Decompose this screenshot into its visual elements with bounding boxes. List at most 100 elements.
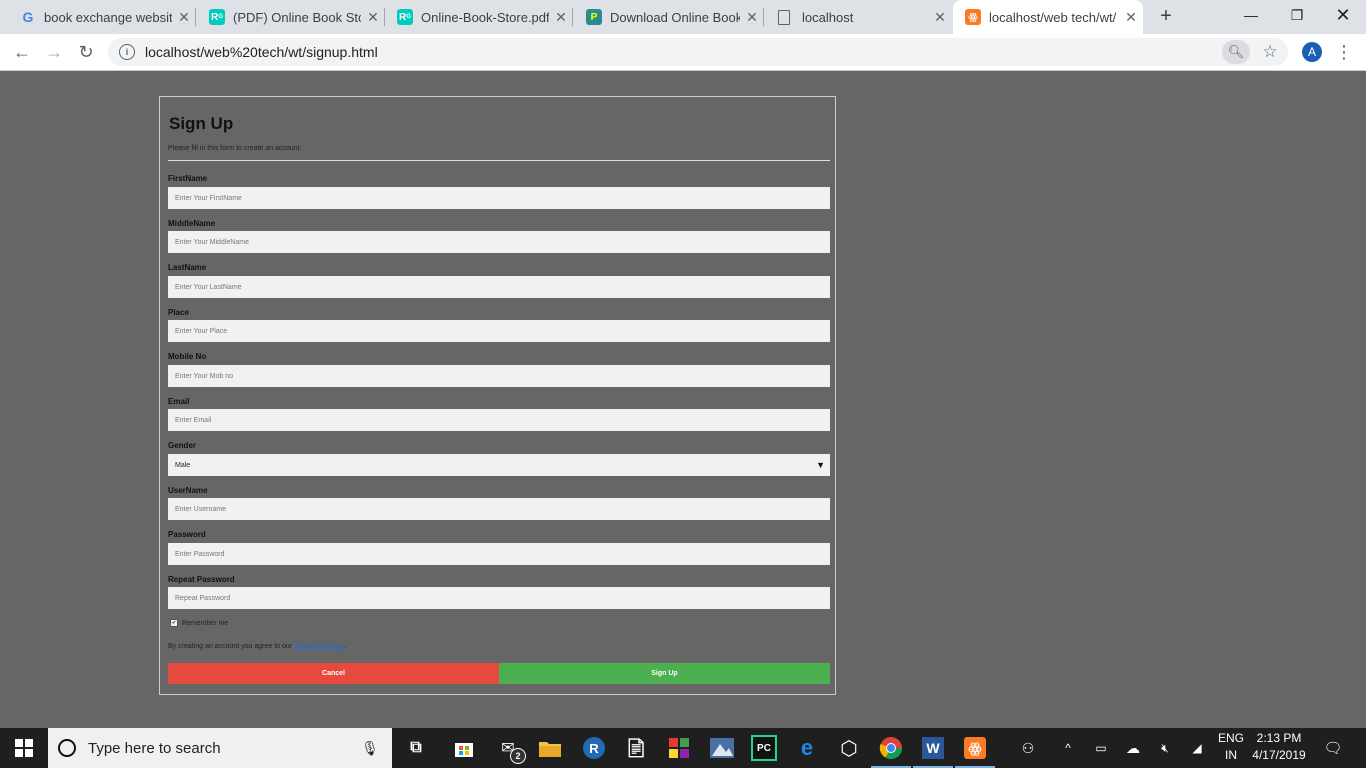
password-label: Password xyxy=(168,530,206,539)
username-input[interactable]: Enter Username xyxy=(168,498,830,520)
mobile-input[interactable]: Enter Your Mob no xyxy=(168,365,830,387)
microphone-icon[interactable]: 🎙︎ xyxy=(360,740,380,757)
close-window-button[interactable]: ✕ xyxy=(1320,0,1366,30)
tab-download-online-book[interactable]: P Download Online Book ✕ xyxy=(566,0,764,34)
photos-app-icon[interactable] xyxy=(708,734,736,762)
dropdown-arrow-icon[interactable]: ▼ xyxy=(816,460,825,470)
form-title: Sign Up xyxy=(169,114,234,133)
edge-icon[interactable]: e xyxy=(793,734,821,762)
language-indicator[interactable]: ENG IN xyxy=(1214,730,1248,764)
more-menu-icon[interactable]: ⋮ xyxy=(1334,40,1354,64)
email-input[interactable]: Enter Email xyxy=(168,409,830,431)
address-bar[interactable]: i localhost/web%20tech/wt/signup.html 🔍︎… xyxy=(108,38,1288,66)
url-text[interactable]: localhost/web%20tech/wt/signup.html xyxy=(145,44,1222,60)
action-center-icon[interactable]: 🗨︎ xyxy=(1320,728,1346,768)
clock-time: 2:13 PM xyxy=(1256,731,1302,745)
divider xyxy=(168,160,830,161)
username-label: UserName xyxy=(168,486,208,495)
language-code: ENG xyxy=(1217,731,1244,745)
tab-title: Online-Book-Store.pdf xyxy=(421,9,549,25)
taskbar-search-input[interactable]: Type here to search xyxy=(88,740,360,757)
new-tab-button[interactable]: + xyxy=(1154,4,1178,28)
tab-online-book-store-pdf[interactable]: RG Online-Book-Store.pdf ✕ xyxy=(377,0,573,34)
remember-checkbox[interactable]: ✔ xyxy=(170,619,178,627)
tab-book-exchange[interactable]: G book exchange website ✕ xyxy=(0,0,196,34)
remember-label: Remember me xyxy=(182,619,229,627)
firstname-input[interactable]: Enter Your FirstName xyxy=(168,187,830,209)
place-input[interactable]: Enter Your Place xyxy=(168,320,830,342)
zoom-icon[interactable]: 🔍︎ xyxy=(1222,40,1250,64)
tab-title: localhost xyxy=(802,9,854,25)
tab-title: book exchange website xyxy=(44,9,172,25)
r-app-icon[interactable]: R xyxy=(580,734,608,762)
wifi-icon[interactable]: ◢ xyxy=(1186,728,1208,768)
cancel-button[interactable]: Cancel xyxy=(168,663,499,684)
mail-icon[interactable]: ✉ 2 xyxy=(494,734,526,764)
repeat-password-label: Repeat Password xyxy=(168,575,235,584)
lastname-label: LastName xyxy=(168,263,207,272)
tab-strip: G book exchange website ✕ RG (PDF) Onlin… xyxy=(0,0,1366,34)
start-button[interactable] xyxy=(0,728,48,768)
close-tab-icon[interactable]: ✕ xyxy=(1119,9,1143,26)
xampp-taskbar-icon[interactable]: ꙮ xyxy=(955,734,995,768)
document-icon xyxy=(778,9,790,25)
gender-label: Gender xyxy=(168,441,197,450)
remember-me: ✔ Remember me xyxy=(170,619,228,627)
people-icon[interactable]: ⚇ xyxy=(1016,728,1040,768)
lastname-input[interactable]: Enter Your LastName xyxy=(168,276,830,298)
windows-icon xyxy=(15,739,33,757)
region-code: IN xyxy=(1225,748,1237,762)
mobile-label: Mobile No xyxy=(168,352,207,361)
email-label: Email xyxy=(168,397,190,406)
xampp-icon: ꙮ xyxy=(965,9,981,25)
volume-muted-icon[interactable]: 🔇︎ xyxy=(1154,728,1176,768)
close-tab-icon[interactable]: ✕ xyxy=(928,9,952,26)
colorful-app-icon[interactable] xyxy=(665,734,693,762)
forward-arrow-icon[interactable]: → xyxy=(42,40,66,64)
store-icon[interactable] xyxy=(450,734,478,762)
onedrive-icon[interactable]: ☁ xyxy=(1122,728,1144,768)
researchgate-icon: RG xyxy=(397,9,413,25)
browser-toolbar: ← → ↻ i localhost/web%20tech/wt/signup.h… xyxy=(0,34,1366,71)
middlename-input[interactable]: Enter Your MiddleName xyxy=(168,231,830,253)
windows-taskbar: Type here to search 🎙︎ ⧉ ✉ 2 R 📄︎ PC e ⬡ … xyxy=(0,728,1366,768)
repeat-password-input[interactable]: Repeat Password xyxy=(168,587,830,609)
battery-icon[interactable]: ▭ xyxy=(1090,728,1112,768)
info-icon[interactable]: i xyxy=(119,44,135,60)
profile-avatar[interactable]: A xyxy=(1302,42,1322,62)
word-icon[interactable]: W xyxy=(913,734,953,768)
pycharm-icon[interactable]: PC xyxy=(750,734,778,762)
file-explorer-icon[interactable] xyxy=(536,734,564,762)
chrome-icon[interactable] xyxy=(871,734,911,768)
middlename-label: MiddleName xyxy=(168,219,216,228)
show-hidden-icons[interactable]: ^ xyxy=(1058,728,1078,768)
clock-date: 4/17/2019 xyxy=(1252,748,1306,762)
terms-text: By creating an account you agree to our … xyxy=(168,643,346,650)
tab-title: localhost/web tech/wt/ xyxy=(989,9,1117,25)
gender-value: Male xyxy=(175,461,191,469)
back-arrow-icon[interactable]: ← xyxy=(10,40,34,64)
terms-suffix: . xyxy=(344,643,346,650)
pdf-reader-icon[interactable]: 📄︎ xyxy=(622,734,650,762)
cortana-icon xyxy=(58,739,76,757)
tab-title: (PDF) Online Book Store xyxy=(233,9,361,25)
gender-select[interactable]: Male ▼ xyxy=(168,454,830,476)
signup-button[interactable]: Sign Up xyxy=(499,663,830,684)
terms-link[interactable]: Terms & Privacy xyxy=(294,643,344,650)
3d-viewer-icon[interactable]: ⬡ xyxy=(835,734,863,762)
clock[interactable]: 2:13 PM 4/17/2019 xyxy=(1246,730,1312,764)
tab-localhost[interactable]: localhost ✕ xyxy=(756,0,952,34)
bookmark-star-icon[interactable]: ☆ xyxy=(1256,42,1284,62)
task-view-icon[interactable]: ⧉ xyxy=(402,734,430,762)
minimize-button[interactable]: — xyxy=(1228,0,1274,30)
taskbar-search[interactable]: Type here to search 🎙︎ xyxy=(48,728,392,768)
mail-badge: 2 xyxy=(510,748,526,764)
tab-localhost-signup[interactable]: ꙮ localhost/web tech/wt/ ✕ xyxy=(953,0,1143,34)
form-subtitle: Please fill in this form to create an ac… xyxy=(168,145,302,152)
google-icon: G xyxy=(22,9,34,25)
researchgate-icon: RG xyxy=(209,9,225,25)
password-input[interactable]: Enter Password xyxy=(168,543,830,565)
restore-button[interactable]: ❐ xyxy=(1274,0,1320,30)
reload-icon[interactable]: ↻ xyxy=(74,40,98,64)
tab-pdf-online-book-store[interactable]: RG (PDF) Online Book Store ✕ xyxy=(189,0,385,34)
